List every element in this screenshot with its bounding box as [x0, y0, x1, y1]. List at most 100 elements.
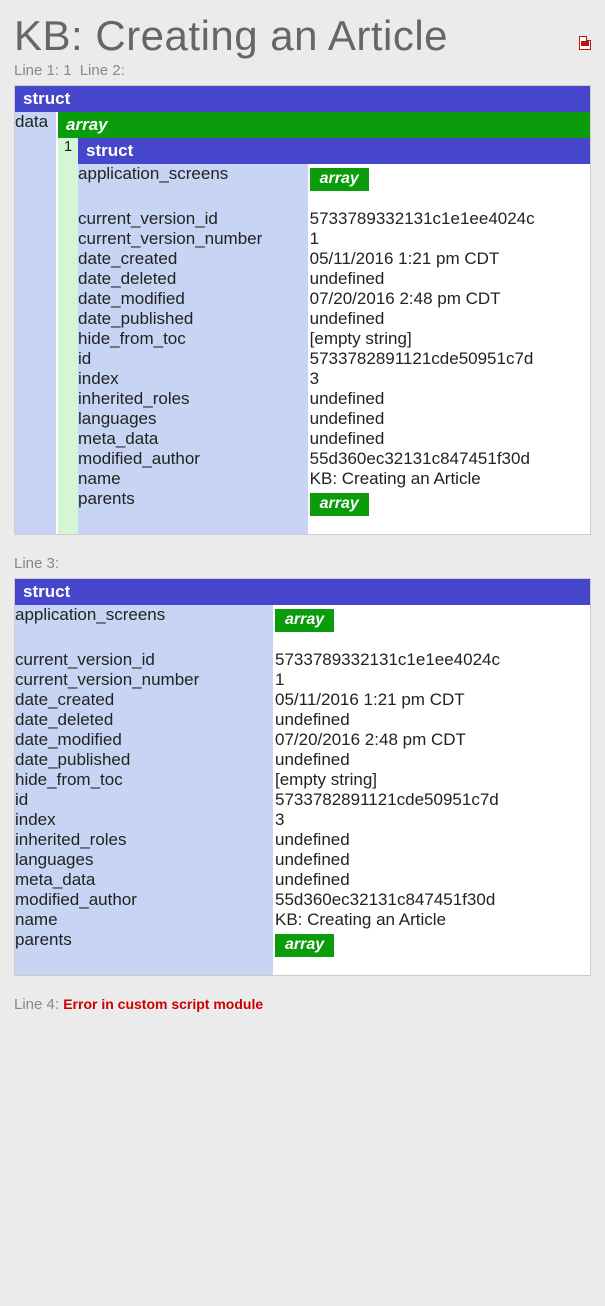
struct-header-2: struct — [15, 579, 590, 605]
row-value: array — [274, 930, 590, 975]
row-value: 55d360ec32131c847451f30d — [274, 890, 590, 910]
row-key: inherited_roles — [78, 389, 309, 409]
dump-block-2: struct application_screensarraycurrent_v… — [14, 578, 591, 976]
inner-rows-2: application_screensarraycurrent_version_… — [15, 605, 590, 975]
table-row: date_publishedundefined — [15, 750, 590, 770]
table-row: date_created05/11/2016 1:21 pm CDT — [15, 690, 590, 710]
row-key: modified_author — [78, 449, 309, 469]
table-row: id5733782891121cde50951c7d — [78, 349, 590, 369]
table-row: application_screensarray — [78, 164, 590, 209]
line3-label: Line 3: — [14, 555, 59, 572]
row-value: 1 — [274, 670, 590, 690]
inner-struct-header: struct — [78, 138, 590, 164]
row-value: 05/11/2016 1:21 pm CDT — [274, 690, 590, 710]
error-message: Error in custom script module — [63, 996, 263, 1012]
row-value: 5733789332131c1e1ee4024c — [309, 209, 590, 229]
row-key: application_screens — [15, 605, 274, 650]
row-key: id — [15, 790, 274, 810]
row-key: parents — [15, 930, 274, 975]
table-row: inherited_rolesundefined — [15, 830, 590, 850]
table-row: id5733782891121cde50951c7d — [15, 790, 590, 810]
row-value: [empty string] — [309, 329, 590, 349]
table-row: date_modified07/20/2016 2:48 pm CDT — [78, 289, 590, 309]
line-3-info: Line 3: — [14, 555, 591, 572]
table-row: modified_author55d360ec32131c847451f30d — [15, 890, 590, 910]
row-key: languages — [15, 850, 274, 870]
table-row: index3 — [78, 369, 590, 389]
row-key: modified_author — [15, 890, 274, 910]
row-key: date_modified — [78, 289, 309, 309]
table-row: date_deletedundefined — [78, 269, 590, 289]
table-row: modified_author55d360ec32131c847451f30d — [78, 449, 590, 469]
row-key: meta_data — [15, 870, 274, 890]
row-value: array — [309, 164, 590, 209]
page-title: KB: Creating an Article — [14, 12, 591, 60]
row-value: 5733782891121cde50951c7d — [274, 790, 590, 810]
array-badge: array — [275, 609, 334, 632]
table-row: date_created05/11/2016 1:21 pm CDT — [78, 249, 590, 269]
line2-label: Line 2: — [80, 62, 125, 79]
row-value: 07/20/2016 2:48 pm CDT — [309, 289, 590, 309]
row-value: undefined — [274, 870, 590, 890]
inner-rows-1: application_screensarraycurrent_version_… — [78, 164, 590, 534]
line4-label: Line 4: — [14, 996, 59, 1013]
row-value: KB: Creating an Article — [309, 469, 590, 489]
row-key: current_version_number — [15, 670, 274, 690]
row-key: index — [78, 369, 309, 389]
table-row: parentsarray — [78, 489, 590, 534]
row-value: 3 — [274, 810, 590, 830]
row-value: undefined — [309, 309, 590, 329]
dump-block-1: struct data array 1 struct application_s — [14, 85, 591, 535]
row-value: [empty string] — [274, 770, 590, 790]
row-value: undefined — [309, 429, 590, 449]
table-row: nameKB: Creating an Article — [15, 910, 590, 930]
row-value: undefined — [274, 710, 590, 730]
row-key: meta_data — [78, 429, 309, 449]
row-value: 5733782891121cde50951c7d — [309, 349, 590, 369]
row-key: date_created — [78, 249, 309, 269]
table-row: current_version_id5733789332131c1e1ee402… — [78, 209, 590, 229]
row-key: current_version_id — [15, 650, 274, 670]
row-value: 5733789332131c1e1ee4024c — [274, 650, 590, 670]
array-badge: array — [310, 168, 369, 191]
line1-label: Line 1: 1 — [14, 62, 72, 79]
row-key: index — [15, 810, 274, 830]
row-value: undefined — [309, 409, 590, 429]
table-row: date_deletedundefined — [15, 710, 590, 730]
row-value: 1 — [309, 229, 590, 249]
row-value: undefined — [274, 850, 590, 870]
table-row: application_screensarray — [15, 605, 590, 650]
table-row: current_version_id5733789332131c1e1ee402… — [15, 650, 590, 670]
row-key: name — [78, 469, 309, 489]
table-row: index3 — [15, 810, 590, 830]
pdf-icon[interactable] — [579, 36, 591, 50]
title-text: KB: Creating an Article — [14, 12, 448, 60]
table-row: current_version_number1 — [15, 670, 590, 690]
table-row: parentsarray — [15, 930, 590, 975]
row-key: date_deleted — [78, 269, 309, 289]
row-value: array — [274, 605, 590, 650]
table-row: languagesundefined — [78, 409, 590, 429]
row-key: id — [78, 349, 309, 369]
row-value: 3 — [309, 369, 590, 389]
row-value: undefined — [274, 830, 590, 850]
row-key: hide_from_toc — [78, 329, 309, 349]
line-1-2-info: Line 1: 1 Line 2: — [14, 62, 591, 79]
table-row: inherited_rolesundefined — [78, 389, 590, 409]
array-badge: array — [310, 493, 369, 516]
row-key: current_version_number — [78, 229, 309, 249]
row-value: 05/11/2016 1:21 pm CDT — [309, 249, 590, 269]
struct-header: struct — [15, 86, 590, 112]
table-row: current_version_number1 — [78, 229, 590, 249]
row-key: application_screens — [78, 164, 309, 209]
row-key: date_published — [78, 309, 309, 329]
row-key: hide_from_toc — [15, 770, 274, 790]
row-key: date_published — [15, 750, 274, 770]
table-row: languagesundefined — [15, 850, 590, 870]
table-row: nameKB: Creating an Article — [78, 469, 590, 489]
array-header: array — [58, 112, 590, 138]
table-row: date_publishedundefined — [78, 309, 590, 329]
row-value: undefined — [309, 389, 590, 409]
row-key: name — [15, 910, 274, 930]
row-value: undefined — [309, 269, 590, 289]
